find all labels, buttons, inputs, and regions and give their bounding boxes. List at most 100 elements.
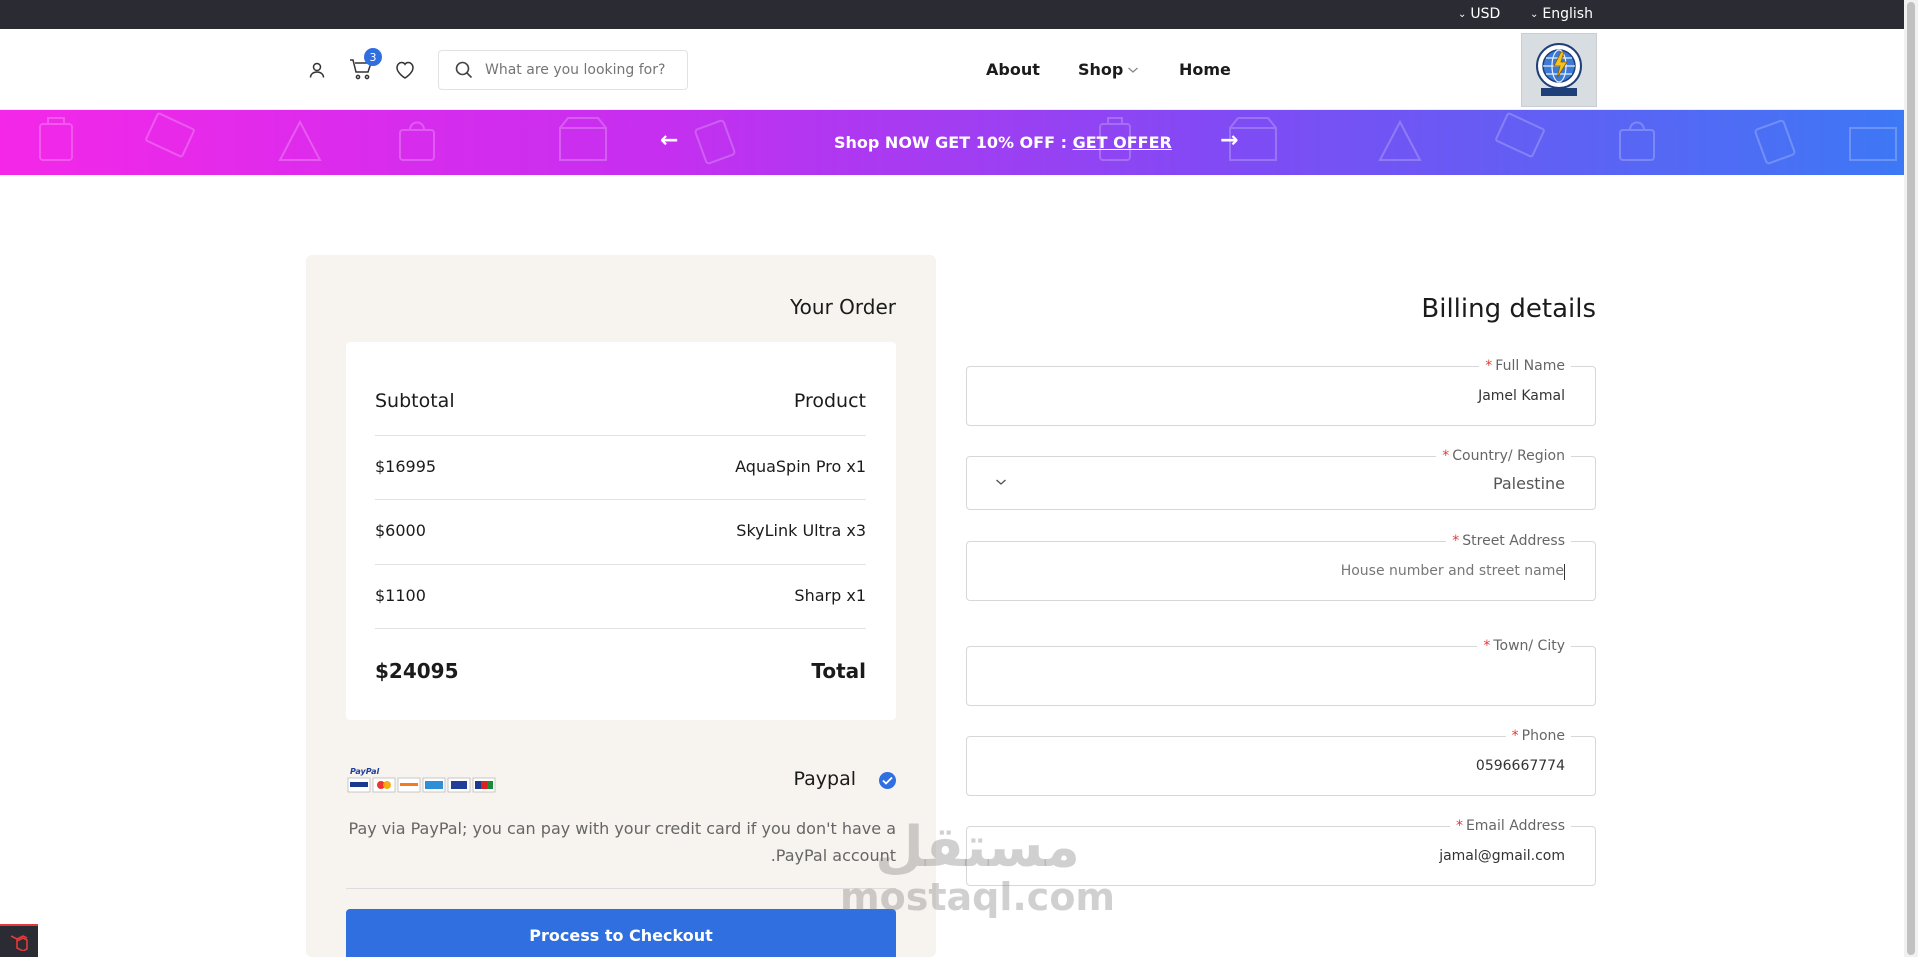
required-mark: * [1511, 728, 1519, 744]
site-header: 3 About Shop Home [0, 29, 1904, 110]
product-header: Product [793, 390, 866, 412]
nav-about[interactable]: About [986, 60, 1040, 79]
payment-divider [346, 888, 896, 889]
search-icon[interactable] [455, 61, 473, 79]
promo-offer-link[interactable]: GET OFFER [1073, 133, 1172, 152]
promo-text: Shop NOW GET 10% OFF : [834, 133, 1073, 152]
globe-logo-icon [1536, 43, 1582, 96]
nav-shop[interactable]: Shop [1078, 60, 1139, 79]
language-label: English [1542, 6, 1593, 22]
order-table: Subtotal Product $16995 AquaSpin Pro x1 … [346, 342, 896, 720]
order-total-row: $24095 Total [375, 659, 866, 683]
nav-shop-label: Shop [1078, 60, 1124, 79]
row-divider [375, 499, 866, 500]
user-icon[interactable] [304, 57, 330, 83]
country-label: Country/ Region [1452, 448, 1565, 464]
nav-about-label: About [986, 60, 1040, 79]
payment-cards-logo: PayPal [346, 765, 496, 795]
vertical-scrollbar[interactable] [1904, 0, 1918, 957]
order-header-row: Subtotal Product [375, 390, 866, 412]
required-mark: * [1485, 358, 1493, 374]
email-label: Email Address [1465, 818, 1565, 834]
cart-button[interactable]: 3 [348, 48, 382, 82]
site-logo[interactable] [1521, 33, 1597, 107]
street-address-field[interactable]: * Street Address House number and street … [966, 533, 1596, 601]
full-name-label: Full Name [1495, 358, 1565, 374]
field-label: * Town/ City [1477, 638, 1571, 654]
check-icon [882, 776, 893, 785]
debug-toolbar-icon[interactable] [0, 924, 38, 957]
order-item-row: $6000 SkyLink Ultra x3 [375, 521, 866, 540]
text-cursor [1564, 564, 1565, 580]
field-label: * Phone [1505, 728, 1571, 744]
field-label: * Country/ Region [1436, 448, 1571, 464]
chevron-down-icon [996, 479, 1006, 485]
country-select[interactable]: * Country/ Region Palestine [966, 448, 1596, 510]
country-value: Palestine [1492, 474, 1565, 493]
paypal-cards-icon: PayPal [347, 767, 496, 793]
promo-next-arrow[interactable]: → [1220, 128, 1238, 153]
payment-description-line: Pay via PayPal; you can pay with your cr… [348, 819, 896, 838]
row-divider [375, 628, 866, 629]
street-address-label: Street Address [1462, 533, 1565, 549]
search-input[interactable] [485, 62, 675, 78]
order-item-row: $1100 Sharp x1 [375, 586, 866, 605]
phone-value: 0596667774 [1475, 758, 1565, 774]
required-mark: * [1455, 818, 1463, 834]
field-label: * Email Address [1449, 818, 1571, 834]
top-bar: ⌄ USD ⌄ English [0, 0, 1904, 29]
field-label: * Full Name [1479, 358, 1571, 374]
promo-message: Shop NOW GET 10% OFF : GET OFFER [834, 133, 1172, 152]
promo-prev-arrow[interactable]: ← [660, 128, 678, 153]
watermark: مستقل mostaql.com [840, 815, 1116, 919]
total-label: Total [811, 659, 866, 683]
field-label: * Street Address [1446, 533, 1571, 549]
subtotal-header: Subtotal [375, 390, 455, 412]
order-title: Your Order [790, 295, 896, 319]
row-divider [375, 564, 866, 565]
payment-method-label: Paypal [793, 768, 856, 790]
chevron-down-icon: ⌄ [1530, 8, 1539, 20]
item-price: $6000 [375, 521, 426, 540]
payment-radio-checked[interactable] [879, 772, 896, 789]
cart-count-badge: 3 [364, 48, 382, 66]
language-selector[interactable]: ⌄ English [1530, 6, 1593, 22]
promo-banner: ← Shop NOW GET 10% OFF : GET OFFER → [0, 110, 1904, 175]
city-label: Town/ City [1493, 638, 1565, 654]
watermark-arabic: مستقل [875, 815, 1080, 880]
phone-field[interactable]: * Phone 0596667774 [966, 728, 1596, 796]
watermark-latin: mostaql.com [840, 875, 1116, 919]
payment-description-line: .PayPal account [770, 846, 896, 865]
street-address-placeholder: House number and street name [1340, 563, 1564, 579]
currency-label: USD [1470, 6, 1501, 22]
item-name: Sharp x1 [794, 586, 866, 605]
full-name-value: Jamel Kamal [1478, 388, 1565, 404]
city-field[interactable]: * Town/ City [966, 638, 1596, 706]
item-price: $16995 [375, 457, 437, 476]
search-bar [438, 50, 688, 90]
chevron-down-icon [1128, 67, 1139, 73]
item-price: $1100 [375, 586, 426, 605]
item-name: AquaSpin Pro x1 [735, 457, 866, 476]
order-item-row: $16995 AquaSpin Pro x1 [375, 457, 866, 476]
heart-icon[interactable] [392, 57, 418, 83]
required-mark: * [1452, 533, 1460, 549]
row-divider [375, 435, 866, 436]
checkout-button[interactable]: Process to Checkout [346, 909, 896, 957]
scrollbar-thumb[interactable] [1907, 2, 1915, 955]
email-value: jamal@gmail.com [1439, 848, 1565, 864]
phone-label: Phone [1521, 728, 1565, 744]
chevron-down-icon: ⌄ [1458, 8, 1467, 20]
total-value: $24095 [375, 659, 459, 683]
laravel-icon [10, 934, 28, 951]
required-mark: * [1442, 448, 1450, 464]
full-name-field[interactable]: * Full Name Jamel Kamal [966, 358, 1596, 426]
nav-home[interactable]: Home [1179, 60, 1231, 79]
svg-text:PayPal: PayPal [350, 767, 379, 776]
nav-home-label: Home [1179, 60, 1231, 79]
payment-description: Pay via PayPal; you can pay with your cr… [346, 815, 896, 869]
item-name: SkyLink Ultra x3 [736, 521, 866, 540]
currency-selector[interactable]: ⌄ USD [1458, 6, 1500, 22]
billing-title: Billing details [1421, 294, 1596, 324]
required-mark: * [1483, 638, 1491, 654]
